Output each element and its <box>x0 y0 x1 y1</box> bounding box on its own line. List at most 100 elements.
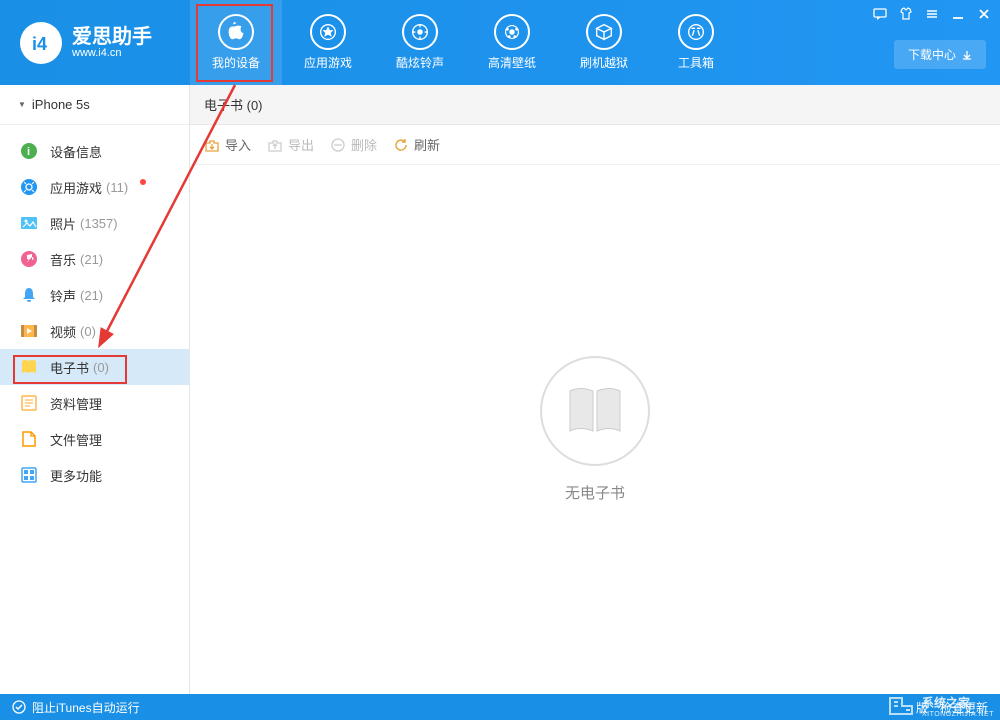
skin-icon[interactable] <box>898 6 914 22</box>
nav-wallpapers[interactable]: 高清壁纸 <box>466 0 558 85</box>
sidebar-item-file[interactable]: 文件管理 <box>0 421 189 457</box>
import-button[interactable]: 导入 <box>204 135 251 154</box>
logo-icon: i4 <box>20 22 62 64</box>
sidebar-item-book[interactable]: 电子书 (0) <box>0 349 189 385</box>
video-icon <box>20 322 38 340</box>
apps-icon <box>20 178 38 196</box>
sidebar-item-count: (0) <box>93 360 109 375</box>
window-controls <box>872 6 992 22</box>
sidebar-item-bell[interactable]: 铃声 (21) <box>0 277 189 313</box>
nav-jailbreak[interactable]: 刷机越狱 <box>558 0 650 85</box>
empty-state: 无电子书 <box>190 165 1000 694</box>
export-label: 导出 <box>288 135 314 154</box>
device-name: iPhone 5s <box>32 97 90 112</box>
itunes-block-label: 阻止iTunes自动运行 <box>32 699 140 716</box>
app-header: i4 爱思助手 www.i4.cn 我的设备 应用游戏 酷炫铃声 高清壁纸 刷机越狱 工具… <box>0 0 1000 85</box>
watermark: 系统之家 XITONGZHIJIA.NET <box>884 692 994 720</box>
minimize-button[interactable] <box>950 6 966 22</box>
file-icon <box>20 430 38 448</box>
empty-text: 无电子书 <box>565 482 625 503</box>
refresh-label: 刷新 <box>414 135 440 154</box>
nav-label: 刷机越狱 <box>580 54 628 71</box>
delete-button: 删除 <box>330 135 377 154</box>
sidebar-item-count: (21) <box>80 288 103 303</box>
sidebar-item-label: 音乐 <box>50 250 76 269</box>
device-selector[interactable]: iPhone 5s <box>0 85 189 125</box>
svg-text:i: i <box>27 146 30 158</box>
sidebar-item-count: (21) <box>80 252 103 267</box>
nav-label: 工具箱 <box>678 54 714 71</box>
export-icon <box>267 137 283 153</box>
notification-dot <box>140 179 146 185</box>
bell-icon <box>20 286 38 304</box>
info-icon: i <box>20 142 38 160</box>
svg-text:i4: i4 <box>32 34 47 54</box>
nav-label: 酷炫铃声 <box>396 54 444 71</box>
nav-icon <box>586 14 622 50</box>
export-button: 导出 <box>267 135 314 154</box>
nav-icon <box>402 14 438 50</box>
download-center-button[interactable]: 下载中心 <box>894 40 986 69</box>
watermark-sub: XITONGZHIJIA.NET <box>922 711 994 718</box>
close-button[interactable] <box>976 6 992 22</box>
sidebar-item-label: 设备信息 <box>50 142 102 161</box>
toolbar: 导入 导出 删除 刷新 <box>190 125 1000 165</box>
nav-icon <box>218 14 254 50</box>
sidebar-item-data[interactable]: 资料管理 <box>0 385 189 421</box>
sidebar-item-label: 应用游戏 <box>50 178 102 197</box>
sidebar-item-video[interactable]: 视频 (0) <box>0 313 189 349</box>
sidebar-item-info[interactable]: i 设备信息 <box>0 133 189 169</box>
import-label: 导入 <box>225 135 251 154</box>
sidebar-item-label: 文件管理 <box>50 430 102 449</box>
sidebar-item-label: 照片 <box>50 214 76 233</box>
sidebar-item-label: 铃声 <box>50 286 76 305</box>
watermark-brand: 系统之家 <box>922 694 994 711</box>
sidebar-item-more[interactable]: 更多功能 <box>0 457 189 493</box>
nav-tools[interactable]: 工具箱 <box>650 0 742 85</box>
photo-icon <box>20 214 38 232</box>
import-icon <box>204 137 220 153</box>
download-center-label: 下载中心 <box>908 46 956 63</box>
status-bar: 阻止iTunes自动运行 版 检查更新 <box>0 694 1000 720</box>
nav-apps[interactable]: 应用游戏 <box>282 0 374 85</box>
sidebar-item-count: (11) <box>106 180 128 195</box>
nav-device[interactable]: 我的设备 <box>190 0 282 85</box>
nav-icon <box>494 14 530 50</box>
content-title: 电子书 (0) <box>190 85 1000 125</box>
download-icon <box>962 50 972 60</box>
refresh-icon <box>393 137 409 153</box>
nav-label: 我的设备 <box>212 54 260 71</box>
menu-icon[interactable] <box>924 6 940 22</box>
check-icon <box>12 700 26 714</box>
sidebar-item-label: 资料管理 <box>50 394 102 413</box>
itunes-block-toggle[interactable]: 阻止iTunes自动运行 <box>12 699 140 716</box>
sidebar-item-count: (1357) <box>80 216 118 231</box>
sidebar-item-apps[interactable]: 应用游戏 (11) <box>0 169 189 205</box>
sidebar: iPhone 5s i 设备信息应用游戏 (11) 照片 (1357) 音乐 (21) 铃声 (… <box>0 85 190 694</box>
logo-section: i4 爱思助手 www.i4.cn <box>0 22 190 64</box>
sidebar-item-photo[interactable]: 照片 (1357) <box>0 205 189 241</box>
body: iPhone 5s i 设备信息应用游戏 (11) 照片 (1357) 音乐 (21) 铃声 (… <box>0 85 1000 694</box>
sidebar-item-music[interactable]: 音乐 (21) <box>0 241 189 277</box>
nav-label: 高清壁纸 <box>488 54 536 71</box>
sidebar-item-label: 更多功能 <box>50 466 102 485</box>
feedback-icon[interactable] <box>872 6 888 22</box>
nav-label: 应用游戏 <box>304 54 352 71</box>
nav-ringtones[interactable]: 酷炫铃声 <box>374 0 466 85</box>
book-icon <box>540 356 650 466</box>
refresh-button[interactable]: 刷新 <box>393 135 440 154</box>
nav-icon <box>678 14 714 50</box>
data-icon <box>20 394 38 412</box>
more-icon <box>20 466 38 484</box>
content-area: 电子书 (0) 导入 导出 删除 刷新 无电子书 <box>190 85 1000 694</box>
nav-icon <box>310 14 346 50</box>
main-nav: 我的设备 应用游戏 酷炫铃声 高清壁纸 刷机越狱 工具箱 <box>190 0 742 85</box>
music-icon <box>20 250 38 268</box>
sidebar-item-label: 视频 <box>50 322 76 341</box>
logo-title: 爱思助手 <box>72 27 152 47</box>
logo-url: www.i4.cn <box>72 47 152 59</box>
sidebar-item-label: 电子书 <box>50 358 89 377</box>
book-icon <box>20 358 38 376</box>
sidebar-list: i设备信息应用游戏(11)照片(1357)音乐(21)铃声(21)视频(0)电子… <box>0 125 189 501</box>
sidebar-item-count: (0) <box>80 324 96 339</box>
